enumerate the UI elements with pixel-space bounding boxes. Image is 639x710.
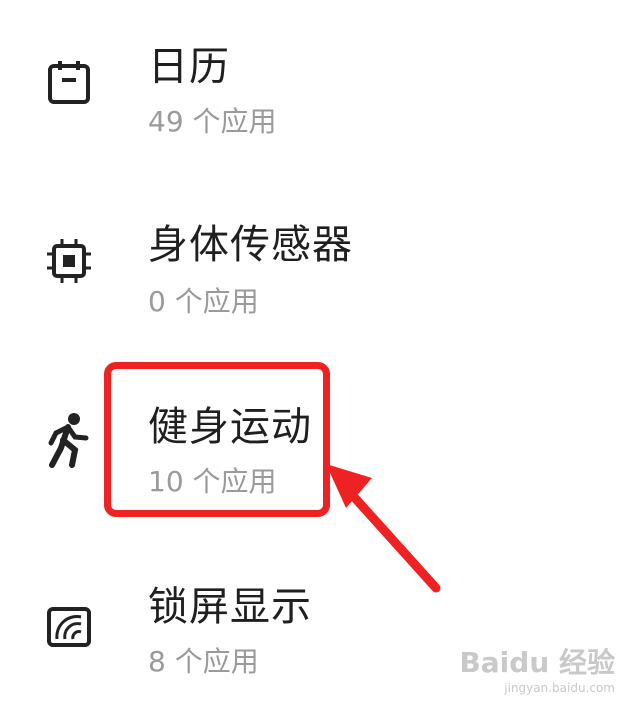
item-title: 日历 [148,44,230,90]
highlight-box [104,362,330,517]
running-icon [44,412,94,468]
item-title: 锁屏显示 [148,584,312,630]
permission-item-calendar[interactable]: 日历 49 个应用 [0,0,639,170]
calendar-icon [44,58,94,108]
item-title: 身体传感器 [148,222,353,268]
watermark-url: jingyan.baidu.com [504,681,615,695]
watermark: Baidu 经验 jingyan.baidu.com [459,641,615,695]
item-subtitle: 8 个应用 [148,645,259,678]
chip-icon [44,236,94,286]
item-subtitle: 0 个应用 [148,285,259,318]
watermark-logo: Baidu 经验 [459,646,615,679]
item-subtitle: 49 个应用 [148,105,277,138]
permission-item-body-sensors[interactable]: 身体传感器 0 个应用 [0,180,639,350]
lockscreen-icon [44,602,94,652]
